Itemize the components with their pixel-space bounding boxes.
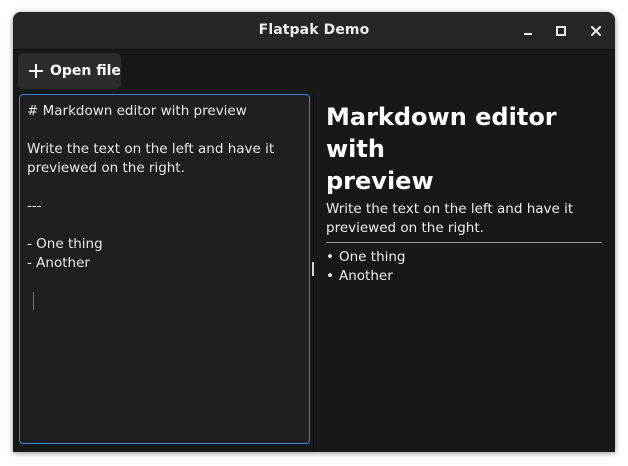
- close-icon: [591, 26, 601, 36]
- preview-heading-line: Markdown editor with: [326, 103, 557, 163]
- editor-line: - One thing: [27, 236, 103, 252]
- preview-heading: Markdown editor with preview: [326, 101, 602, 197]
- pane-resize-handle[interactable]: [312, 262, 314, 276]
- bullet-icon: •: [326, 249, 334, 265]
- editor-line: ---: [27, 198, 42, 214]
- list-item: • One thing: [326, 248, 602, 267]
- editor-line: # Markdown editor with preview: [27, 103, 247, 119]
- close-button[interactable]: [584, 19, 608, 43]
- preview-paragraph-line: Write the text on the left and have it: [326, 201, 574, 217]
- editor-line: - Another: [27, 255, 90, 271]
- plus-icon: [29, 64, 43, 78]
- app-window: Flatpak Demo Open file # Markdown editor…: [13, 12, 615, 452]
- list-item-text: Another: [339, 268, 393, 284]
- maximize-button[interactable]: [549, 19, 573, 43]
- minimize-icon: [524, 33, 532, 35]
- list-item: • Another: [326, 267, 602, 286]
- text-caret: [33, 292, 34, 310]
- open-file-button[interactable]: Open file: [18, 53, 121, 89]
- preview-paragraph-line: previewed on the right.: [326, 220, 484, 236]
- list-item-text: One thing: [339, 249, 406, 265]
- preview-horizontal-rule: [326, 242, 602, 243]
- markdown-editor[interactable]: # Markdown editor with preview Write the…: [19, 94, 310, 444]
- open-file-label: Open file: [50, 63, 121, 79]
- maximize-icon: [556, 26, 566, 36]
- markdown-preview: Markdown editor with preview Write the te…: [326, 94, 602, 444]
- preview-heading-line: preview: [326, 167, 434, 195]
- preview-paragraph: Write the text on the left and have it pr…: [326, 200, 602, 238]
- editor-line: previewed on the right.: [27, 160, 185, 176]
- bullet-icon: •: [326, 268, 334, 284]
- toolbar: Open file: [13, 50, 615, 94]
- editor-line: Write the text on the left and have it: [27, 141, 275, 157]
- minimize-button[interactable]: [516, 19, 540, 43]
- preview-list: • One thing • Another: [326, 248, 602, 286]
- header-bar[interactable]: Flatpak Demo: [13, 12, 615, 50]
